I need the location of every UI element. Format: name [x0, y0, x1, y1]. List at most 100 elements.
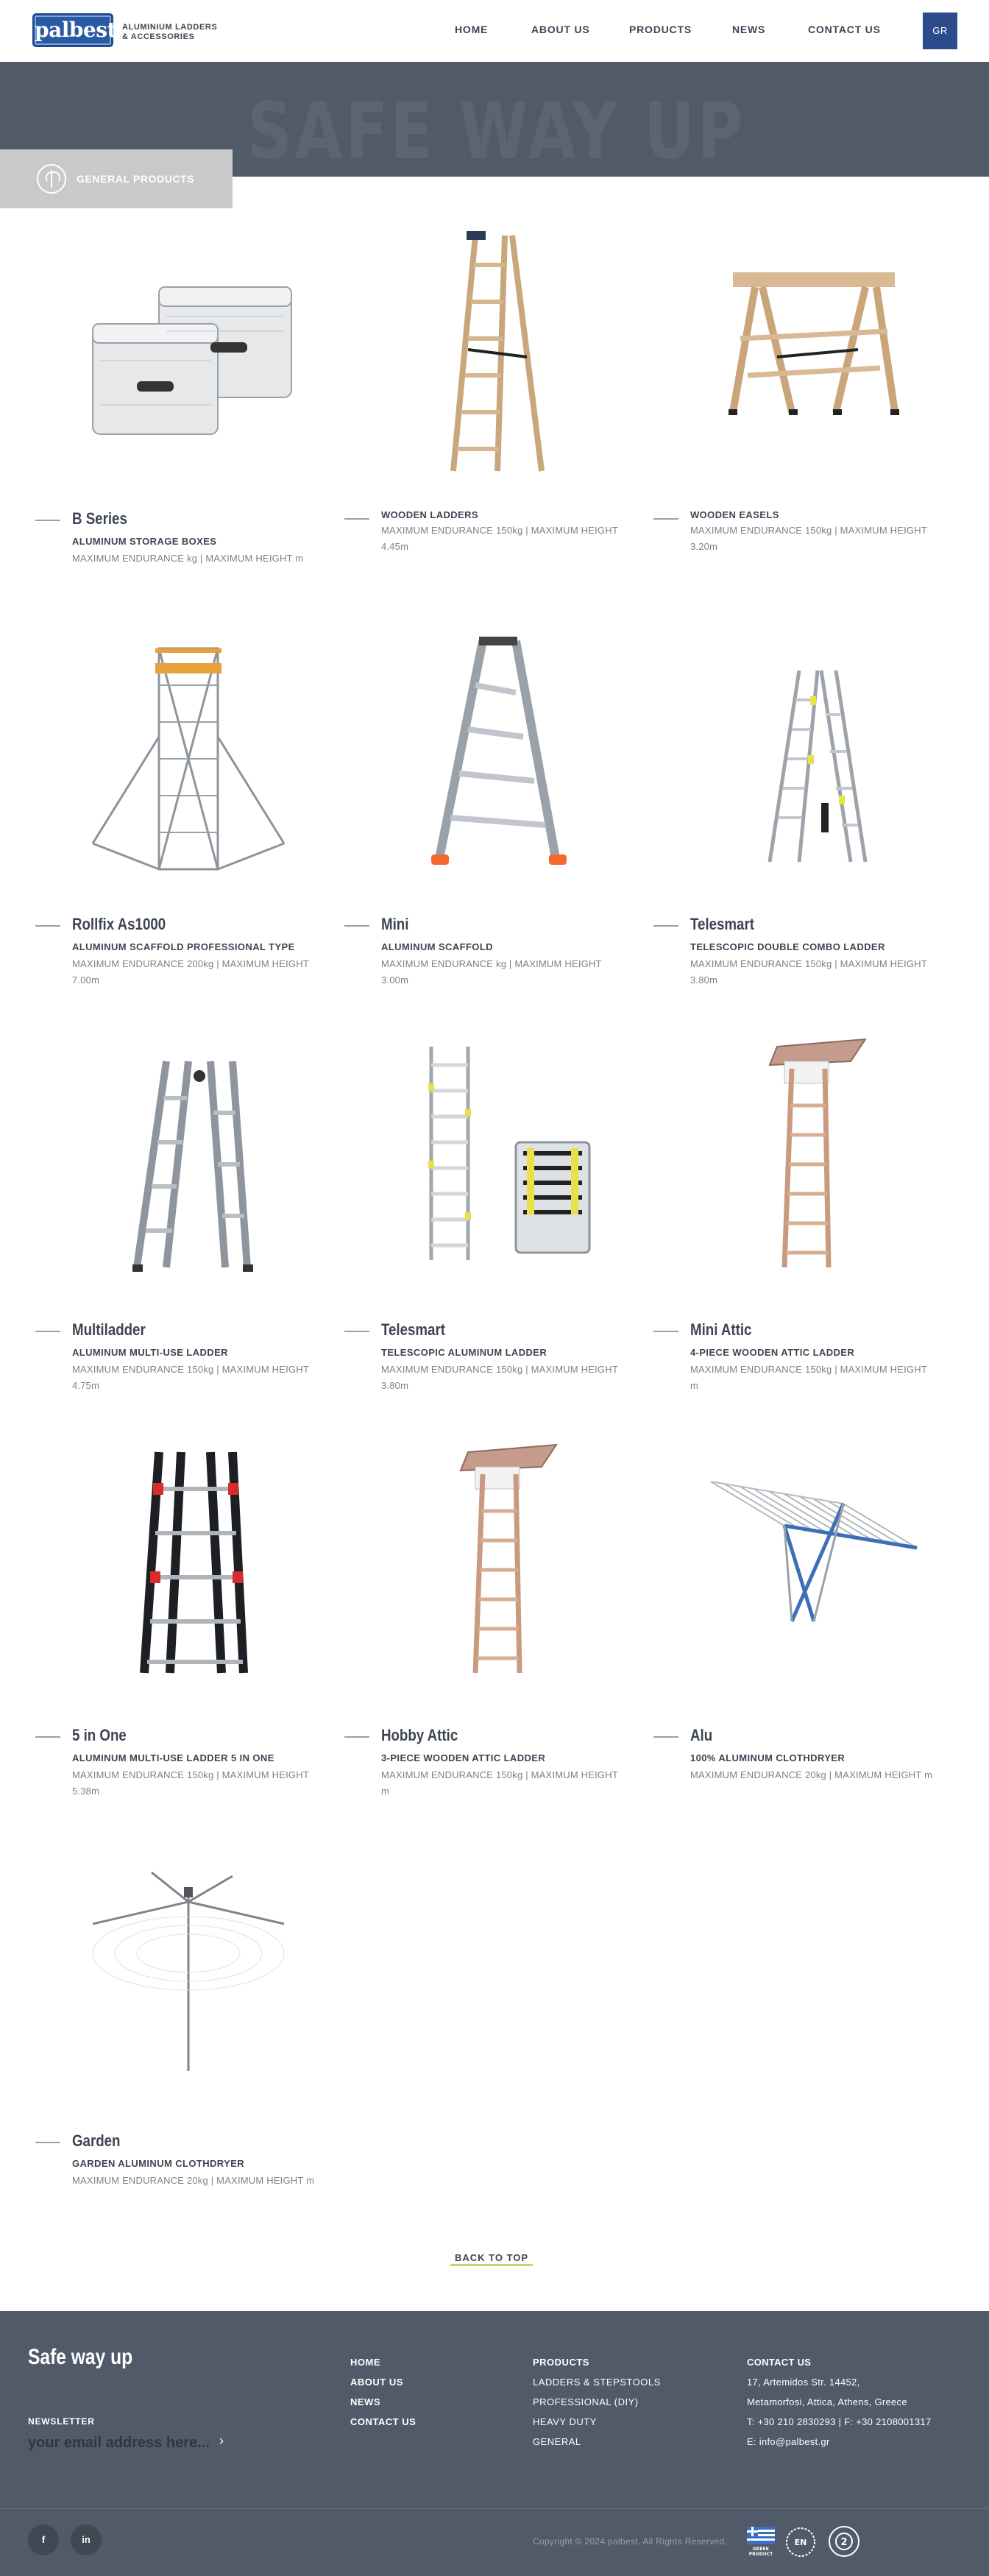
- product-accent-line: [35, 1736, 60, 1738]
- product-card[interactable]: 5 in One ALUMINUM MULTI-USE LADDER 5 IN O…: [34, 1437, 343, 1820]
- product-spec: MAXIMUM ENDURANCE kg | MAXIMUM HEIGHT m: [72, 553, 304, 564]
- product-card[interactable]: Alu 100% ALUMINUM CLOTHDRYER MAXIMUM ENDUR…: [652, 1437, 961, 1820]
- product-card[interactable]: Mini ALUMINUM SCAFFOLD MAXIMUM ENDURANCE k…: [343, 626, 652, 1009]
- footer-contact: CONTACT US 17, Artemidos Str. 14452, Met…: [747, 2352, 931, 2452]
- product-spec: MAXIMUM ENDURANCE 150kg | MAXIMUM HEIGHT…: [381, 1364, 618, 1391]
- product-name[interactable]: 5 in One: [72, 1726, 127, 1745]
- site-header: palbest ALUMINIUM LADDERS & ACCESSORIES …: [0, 0, 989, 62]
- site-footer: Safe way up NEWSLETTER › HOME ABOUT US N…: [0, 2311, 989, 2576]
- product-card[interactable]: WOODEN EASELS MAXIMUM ENDURANCE 150kg | M…: [652, 221, 961, 604]
- nav-contact-us[interactable]: CONTACT US: [808, 24, 881, 38]
- palbest-logo[interactable]: palbest: [32, 13, 116, 47]
- product-image-five-in-one-icon[interactable]: [63, 1437, 313, 1702]
- product-card[interactable]: Telesmart TELESCOPIC ALUMINUM LADDER MAXIM…: [343, 1032, 652, 1415]
- svg-text:PRODUCT: PRODUCT: [749, 2552, 773, 2557]
- product-card[interactable]: Garden GARDEN ALUMINUM CLOTHDRYER MAXIMUM …: [34, 1843, 343, 2226]
- footer-email[interactable]: E: info@palbest.gr: [747, 2432, 931, 2452]
- product-spec: MAXIMUM ENDURANCE 150kg | MAXIMUM HEIGHT…: [381, 525, 618, 552]
- product-spec: MAXIMUM ENDURANCE 150kg | MAXIMUM HEIGHT…: [381, 1769, 618, 1797]
- product-subtitle: 3-PIECE WOODEN ATTIC LADDER: [381, 1752, 546, 1763]
- product-name[interactable]: Mini Attic: [690, 1320, 751, 1340]
- product-spec: MAXIMUM ENDURANCE 20kg | MAXIMUM HEIGHT …: [72, 2175, 315, 2186]
- product-subtitle: ALUMINUM SCAFFOLD PROFESSIONAL TYPE: [72, 941, 295, 952]
- product-image-multi-ladder-icon[interactable]: [63, 1032, 313, 1297]
- svg-text:2: 2: [840, 2537, 847, 2548]
- product-accent-line: [35, 925, 60, 927]
- linkedin-icon[interactable]: in: [71, 2524, 102, 2555]
- product-subtitle: ALUMINUM MULTI-USE LADDER 5 IN ONE: [72, 1752, 274, 1763]
- product-image-telescopic-ladder-icon[interactable]: [372, 1032, 623, 1297]
- product-image-wooden-ladder-icon[interactable]: [372, 221, 623, 486]
- product-card[interactable]: Telesmart TELESCOPIC DOUBLE COMBO LADDER M…: [652, 626, 961, 1009]
- product-subtitle: TELESCOPIC ALUMINUM LADDER: [381, 1347, 547, 1358]
- language-switch-button[interactable]: GR: [923, 13, 957, 49]
- product-name[interactable]: Alu: [690, 1726, 712, 1745]
- product-card[interactable]: Hobby Attic 3-PIECE WOODEN ATTIC LADDER MA…: [343, 1437, 652, 1820]
- newsletter-email-input[interactable]: [28, 2433, 227, 2452]
- product-subtitle: GARDEN ALUMINUM CLOTHDRYER: [72, 2158, 245, 2169]
- footer-products: PRODUCTS LADDERS & STEPSTOOLS PROFESSION…: [533, 2352, 661, 2452]
- newsletter-label: NEWSLETTER: [28, 2416, 95, 2427]
- footer-link-about-us[interactable]: ABOUT US: [350, 2372, 416, 2392]
- product-spec: MAXIMUM ENDURANCE 150kg | MAXIMUM HEIGHT…: [690, 1364, 927, 1391]
- footer-link-home[interactable]: HOME: [350, 2352, 416, 2372]
- product-image-scaffold-icon[interactable]: [63, 626, 313, 891]
- product-image-storage-boxes-icon[interactable]: [63, 221, 313, 486]
- product-card[interactable]: B Series ALUMINUM STORAGE BOXES MAXIMUM EN…: [34, 221, 343, 604]
- footer-product-link[interactable]: HEAVY DUTY: [533, 2412, 661, 2432]
- category-icon: [37, 164, 66, 194]
- footer-products-heading[interactable]: PRODUCTS: [533, 2352, 661, 2372]
- product-name[interactable]: Garden: [72, 2131, 120, 2151]
- product-subtitle: ALUMINUM SCAFFOLD: [381, 941, 493, 952]
- product-image-garden-dryer-icon[interactable]: [63, 1843, 313, 2108]
- footer-product-link[interactable]: GENERAL: [533, 2432, 661, 2452]
- product-card[interactable]: WOODEN LADDERS MAXIMUM ENDURANCE 150kg | …: [343, 221, 652, 604]
- product-name[interactable]: Telesmart: [381, 1320, 445, 1340]
- nav-products[interactable]: PRODUCTS: [629, 24, 692, 38]
- footer-link-news[interactable]: NEWS: [350, 2392, 416, 2412]
- product-accent-line: [344, 518, 369, 520]
- product-card[interactable]: Rollfix As1000 ALUMINUM SCAFFOLD PROFESSI…: [34, 626, 343, 1009]
- product-image-clothdryer-icon[interactable]: [681, 1437, 932, 1702]
- product-name[interactable]: Hobby Attic: [381, 1726, 458, 1745]
- back-to-top-link[interactable]: BACK TO TOP: [450, 2252, 534, 2266]
- footer-title: Safe way up: [28, 2345, 133, 2369]
- footer-link-contact-us[interactable]: CONTACT US: [350, 2412, 416, 2432]
- product-accent-line: [35, 520, 60, 521]
- category-label: GENERAL PRODUCTS: [77, 173, 195, 185]
- product-image-attic-ladder-icon[interactable]: [681, 1032, 932, 1297]
- product-subtitle: TELESCOPIC DOUBLE COMBO LADDER: [690, 941, 885, 952]
- product-subtitle: ALUMINUM MULTI-USE LADDER: [72, 1347, 228, 1358]
- product-name[interactable]: Rollfix As1000: [72, 915, 166, 934]
- footer-phone[interactable]: T: +30 210 2830293 | F: +30 2108001317: [747, 2412, 931, 2432]
- product-spec: MAXIMUM ENDURANCE 200kg | MAXIMUM HEIGHT…: [72, 958, 309, 986]
- svg-text:EN: EN: [795, 2538, 807, 2547]
- product-spec: MAXIMUM ENDURANCE 150kg | MAXIMUM HEIGHT…: [690, 958, 927, 986]
- product-card[interactable]: Mini Attic 4-PIECE WOODEN ATTIC LADDER MAX…: [652, 1032, 961, 1415]
- product-image-telescopic-combo-icon[interactable]: [681, 626, 932, 891]
- product-accent-line: [35, 2142, 60, 2143]
- footer-product-link[interactable]: LADDERS & STEPSTOOLS: [533, 2372, 661, 2392]
- product-name[interactable]: Multiladder: [72, 1320, 146, 1340]
- footer-contact-heading: CONTACT US: [747, 2357, 812, 2368]
- newsletter-submit-arrow-icon[interactable]: ›: [219, 2433, 224, 2449]
- product-image-wooden-easel-icon[interactable]: [681, 221, 932, 486]
- nav-home[interactable]: HOME: [455, 24, 488, 38]
- nav-about-us[interactable]: ABOUT US: [531, 24, 590, 38]
- product-subtitle: 4-PIECE WOODEN ATTIC LADDER: [690, 1347, 855, 1358]
- nav-news[interactable]: NEWS: [732, 24, 765, 38]
- product-card[interactable]: Multiladder ALUMINUM MULTI-USE LADDER MAXI…: [34, 1032, 343, 1415]
- greek-product-badge-icon: GREEK PRODUCT: [747, 2527, 775, 2557]
- product-image-a-frame-ladder-icon[interactable]: [372, 626, 623, 891]
- product-name[interactable]: Mini: [381, 915, 408, 934]
- product-name[interactable]: Telesmart: [690, 915, 754, 934]
- product-spec: MAXIMUM ENDURANCE 150kg | MAXIMUM HEIGHT…: [72, 1364, 309, 1391]
- product-accent-line: [344, 1736, 369, 1738]
- footer-divider: [0, 2508, 989, 2509]
- product-image-attic-ladder-icon[interactable]: [372, 1437, 623, 1702]
- product-name[interactable]: B Series: [72, 509, 127, 528]
- facebook-icon[interactable]: f: [28, 2524, 59, 2555]
- product-subtitle: 100% ALUMINUM CLOTHDRYER: [690, 1752, 846, 1763]
- footer-product-link[interactable]: PROFESSIONAL (DIY): [533, 2392, 661, 2412]
- category-tab-general-products[interactable]: GENERAL PRODUCTS: [0, 149, 233, 208]
